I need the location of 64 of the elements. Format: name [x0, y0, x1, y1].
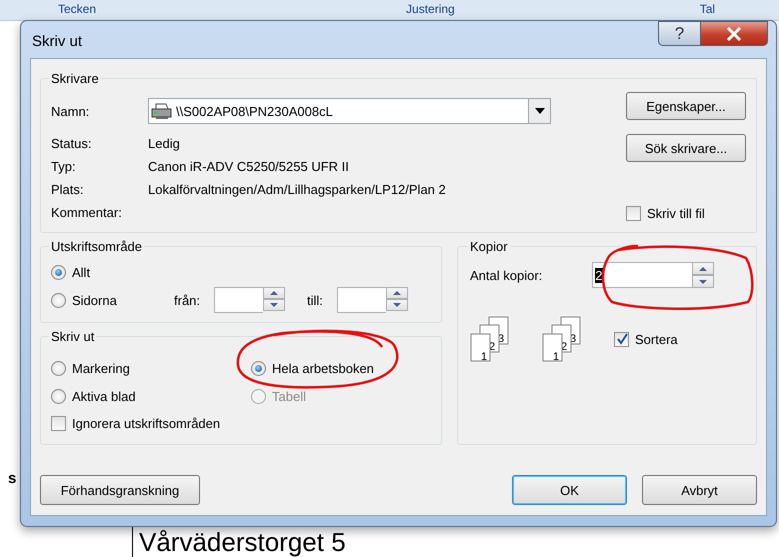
radio-label: Aktiva blad [72, 388, 136, 404]
dialog-button[interactable]: Avbryt [642, 475, 757, 505]
field-label: till: [307, 292, 323, 308]
dropdown-arrow-icon [534, 108, 544, 114]
group-label: Utskriftsområde [51, 239, 142, 254]
close-icon [726, 26, 742, 40]
spin-down-button[interactable] [692, 275, 714, 288]
radio-label: Sidorna [72, 292, 118, 308]
ribbon-group-label: Tal [700, 1, 716, 16]
field-label: Antal kopior: [470, 268, 542, 282]
radio-button[interactable] [51, 360, 66, 376]
up-arrow-icon [699, 266, 708, 270]
radio-button[interactable] [251, 360, 266, 376]
down-arrow-icon [270, 303, 278, 307]
radio-label: Hela arbetsboken [272, 360, 374, 376]
dialog-button[interactable]: Förhandsgranskning [40, 475, 200, 505]
window-title: Skriv ut [32, 33, 82, 50]
group-label: Kopior [470, 239, 508, 254]
checkbox[interactable] [51, 416, 66, 430]
cell-text: s [8, 470, 16, 487]
group-label: Skrivare [51, 71, 99, 86]
printer-button[interactable]: Sök skrivare... [626, 134, 746, 162]
info-value: Lokalförvaltningen/Adm/Lillhagsparken/LP12/Plan 2 [148, 182, 446, 197]
checkbox-label: Skriv till fil [647, 206, 705, 221]
printer-dropdown[interactable]: \\S002AP08\PN230A008cL [148, 98, 551, 124]
dialog-button[interactable]: OK [512, 475, 627, 505]
up-arrow-icon [392, 291, 401, 295]
spin-down-button[interactable] [386, 299, 408, 311]
radio-label: Tabell [272, 388, 306, 404]
spin-up-button[interactable] [263, 287, 286, 299]
group-label: Skriv ut [51, 329, 94, 344]
info-value: Canon iR-ADV C5250/5255 UFR II [148, 159, 349, 174]
radio-label: Markering [72, 360, 130, 376]
field-label: Namn: [51, 104, 90, 118]
info-value: Ledig [148, 136, 180, 151]
ribbon-group-label: Justering [406, 1, 455, 16]
down-arrow-icon [392, 303, 401, 307]
copies-field[interactable]: 2 [592, 262, 692, 288]
radio-button[interactable] [51, 388, 66, 404]
up-arrow-icon [270, 291, 278, 295]
info-label: Plats: [51, 182, 85, 197]
down-arrow-icon [699, 280, 708, 284]
spin-up-button[interactable] [692, 262, 714, 275]
close-button[interactable] [701, 21, 768, 46]
radio-button[interactable] [51, 292, 66, 308]
info-label: Typ: [51, 159, 77, 174]
ribbon-group-label: Tecken [58, 1, 96, 16]
checkbox-label: Ignorera utskriftsområden [72, 416, 220, 430]
printer-icon [151, 102, 173, 120]
printer-button[interactable]: Egenskaper... [626, 92, 746, 120]
spin-down-button[interactable] [263, 299, 286, 311]
cell-text: Vårväderstorget 5 [139, 527, 346, 557]
radio-label: Allt [72, 264, 90, 280]
radio-button[interactable] [51, 264, 66, 280]
checkbox[interactable] [626, 206, 641, 221]
page-from-field[interactable] [214, 287, 264, 313]
checkbox-label: Sortera [635, 332, 678, 346]
info-label: Kommentar: [51, 205, 123, 220]
info-label: Status: [51, 136, 92, 151]
field-label: från: [174, 292, 200, 308]
spin-up-button[interactable] [386, 287, 408, 299]
help-button[interactable]: ? [658, 21, 701, 46]
page-to-field[interactable] [336, 287, 386, 313]
checkbox[interactable] [614, 332, 629, 346]
